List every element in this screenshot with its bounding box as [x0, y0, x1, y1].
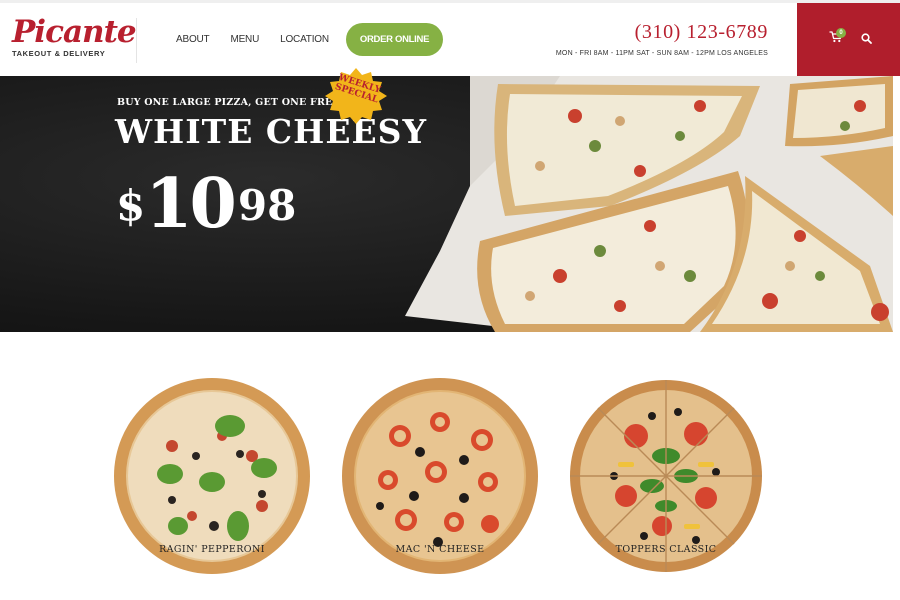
cart-count-badge: 0	[836, 28, 846, 38]
price-cents: 98	[237, 181, 297, 230]
product-name-mac-n-cheese[interactable]: MAC 'N CHEESE	[340, 544, 540, 555]
hero-kicker: BUY ONE LARGE PIZZA, GET ONE FREE	[117, 97, 340, 108]
logo-wordmark: Picante	[12, 14, 137, 50]
product-name-toppers-classic[interactable]: TOPPERS CLASSIC	[566, 544, 766, 555]
header-divider	[136, 18, 137, 63]
site-header: Picante TAKEOUT & DELIVERY ABOUT MENU LO…	[0, 3, 900, 76]
product-name-ragin-pepperoni[interactable]: RAGIN' PEPPERONI	[112, 544, 312, 555]
price-whole: 10	[145, 164, 237, 244]
price-currency: $	[116, 181, 146, 230]
phone-number[interactable]: (310) 123-6789	[635, 21, 768, 44]
main-nav: ABOUT MENU LOCATION	[176, 34, 329, 45]
product-grid: RAGIN' PEPPERONI MAC 'N CHEESE TOPPERS C…	[0, 332, 900, 600]
opening-hours: MON - FRI 8AM - 11PM SAT - SUN 8AM - 12P…	[555, 50, 768, 57]
brand-logo[interactable]: Picante TAKEOUT & DELIVERY	[12, 14, 137, 58]
logo-tagline: TAKEOUT & DELIVERY	[12, 49, 106, 58]
hero-price: $ 10 98	[116, 168, 296, 240]
search-icon[interactable]	[861, 33, 872, 44]
nav-item-location[interactable]: LOCATION	[280, 34, 329, 45]
header-actions-panel	[797, 3, 900, 76]
order-online-button[interactable]: ORDER ONLINE	[346, 23, 443, 56]
nav-item-about[interactable]: ABOUT	[176, 34, 210, 45]
nav-item-menu[interactable]: MENU	[230, 34, 259, 45]
hero-banner[interactable]: BUY ONE LARGE PIZZA, GET ONE FREE WHITE …	[0, 76, 893, 332]
